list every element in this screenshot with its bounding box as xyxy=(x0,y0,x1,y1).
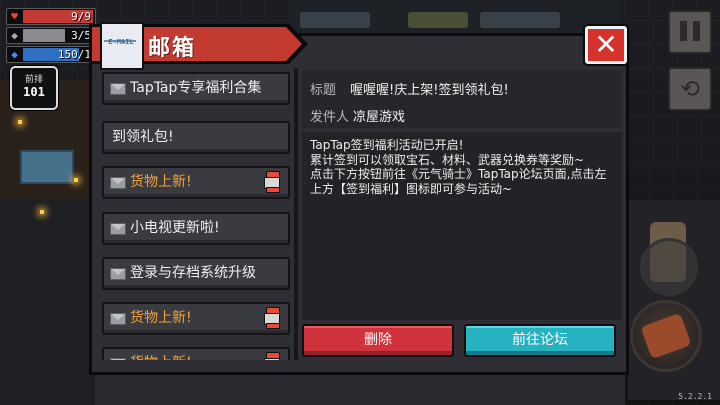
mail-item-label: 货物上新! xyxy=(130,310,192,326)
gift-attachment-icon xyxy=(264,171,280,193)
mail-list-item[interactable]: 到领礼包! xyxy=(102,121,290,154)
mail-title-row: 标题 喔喔喔!庆上架!签到领礼包! xyxy=(310,79,509,98)
hp-value: 9/9 xyxy=(71,10,91,23)
version-label: 5.2.2.1 xyxy=(678,392,712,401)
mail-list-item[interactable]: 货物上新! xyxy=(102,166,290,199)
background-floor-left xyxy=(0,200,95,405)
envelope-icon xyxy=(110,358,126,360)
mail-list-item[interactable]: TapTap专享福利合集 xyxy=(102,72,290,105)
delete-button[interactable]: 删除 xyxy=(302,324,454,357)
mail-item-label: 货物上新! xyxy=(130,174,192,190)
list-divider xyxy=(294,68,298,360)
mail-list-item[interactable]: 货物上新! xyxy=(102,347,290,360)
background-floor-bottom xyxy=(95,375,625,405)
envelope-icon xyxy=(110,83,126,95)
close-icon: ✕ xyxy=(594,28,618,61)
sender-key: 发件人 xyxy=(310,110,350,125)
envelope-icon xyxy=(110,223,126,235)
rank-badge[interactable]: 前排 101 xyxy=(10,66,58,110)
torch-light xyxy=(18,120,22,124)
skill-button[interactable] xyxy=(630,300,702,372)
mail-body-line: 累计签到可以领取宝石、材料、武器兑换券等奖励~ xyxy=(310,152,585,167)
torch-light xyxy=(40,210,44,214)
mail-body-line: 点击下方按钮前往《元气骑士》TapTap论坛页面,点击左上方【签到福利】图标即可… xyxy=(310,167,607,196)
mail-icon-text: E-MAIL xyxy=(108,38,134,46)
background-item xyxy=(408,12,468,28)
shield-icon: ◆ xyxy=(11,29,18,42)
mail-list-item[interactable]: 货物上新! xyxy=(102,302,290,335)
mailbox-header-tip xyxy=(286,27,302,61)
mailbox-title: 邮箱 xyxy=(148,36,197,61)
sender-value: 凉屋游戏 xyxy=(353,110,406,125)
rank-value: 101 xyxy=(23,85,45,99)
gift-attachment-icon xyxy=(264,307,280,329)
hp-bar: ♥ 9/9 xyxy=(6,8,96,25)
mail-icon: E-MAIL xyxy=(100,22,144,70)
energy-value: 150/1 xyxy=(57,48,91,61)
background-furniture xyxy=(20,150,74,184)
rank-label: 前排 xyxy=(24,75,43,85)
energy-bar: ◆ 150/1 xyxy=(6,46,96,63)
mail-item-label: 货物上新! xyxy=(130,349,282,360)
swap-icon: ⟲ xyxy=(679,75,701,103)
envelope-icon xyxy=(110,313,126,325)
close-button[interactable]: ✕ xyxy=(585,26,627,64)
swap-weapon-button[interactable]: ⟲ xyxy=(668,67,712,111)
mail-item-label: 小电视更新啦! xyxy=(130,220,220,236)
armor-fill xyxy=(23,29,65,42)
player-stats-hud: ♥ 9/9 ◆ 3/5 ◆ 150/1 xyxy=(6,8,96,65)
background-item xyxy=(300,12,370,28)
mail-meta: 标题 喔喔喔!庆上架!签到领礼包! 发件人 凉屋游戏 xyxy=(302,70,622,128)
pause-icon xyxy=(693,21,700,41)
mail-sender-row: 发件人 凉屋游戏 xyxy=(310,106,405,125)
mail-list-item[interactable]: 登录与存档系统升级 xyxy=(102,257,290,290)
mail-body-line: TapTap签到福利活动已开启! xyxy=(310,138,464,152)
mail-item-label: TapTap专享福利合集 xyxy=(130,80,262,96)
mail-list[interactable]: TapTap专享福利合集 到领礼包! 货物上新! 小电视更新啦! 登录与存档系统升级 货物… xyxy=(98,68,294,360)
title-value: 喔喔喔!庆上架!签到领礼包! xyxy=(350,83,509,98)
envelope-icon xyxy=(110,268,126,280)
pause-button[interactable] xyxy=(668,10,712,54)
skill-icon xyxy=(640,312,692,360)
mail-item-label: 到领礼包! xyxy=(112,129,174,145)
gift-attachment-icon xyxy=(264,352,280,360)
mail-list-item[interactable]: 小电视更新啦! xyxy=(102,212,290,245)
heart-icon: ♥ xyxy=(11,10,18,23)
envelope-icon xyxy=(110,177,126,189)
title-key: 标题 xyxy=(310,83,337,98)
background-item xyxy=(480,12,560,28)
mail-item-label: 登录与存档系统升级 xyxy=(130,265,256,281)
energy-icon: ◆ xyxy=(11,48,18,61)
armor-bar: ◆ 3/5 xyxy=(6,27,96,44)
pause-icon xyxy=(680,21,687,41)
weapon-button[interactable] xyxy=(640,238,698,296)
go-to-forum-button[interactable]: 前往论坛 xyxy=(464,324,616,357)
torch-light xyxy=(74,178,78,182)
mail-body: TapTap签到福利活动已开启! 累计签到可以领取宝石、材料、武器兑换券等奖励~… xyxy=(302,132,622,320)
